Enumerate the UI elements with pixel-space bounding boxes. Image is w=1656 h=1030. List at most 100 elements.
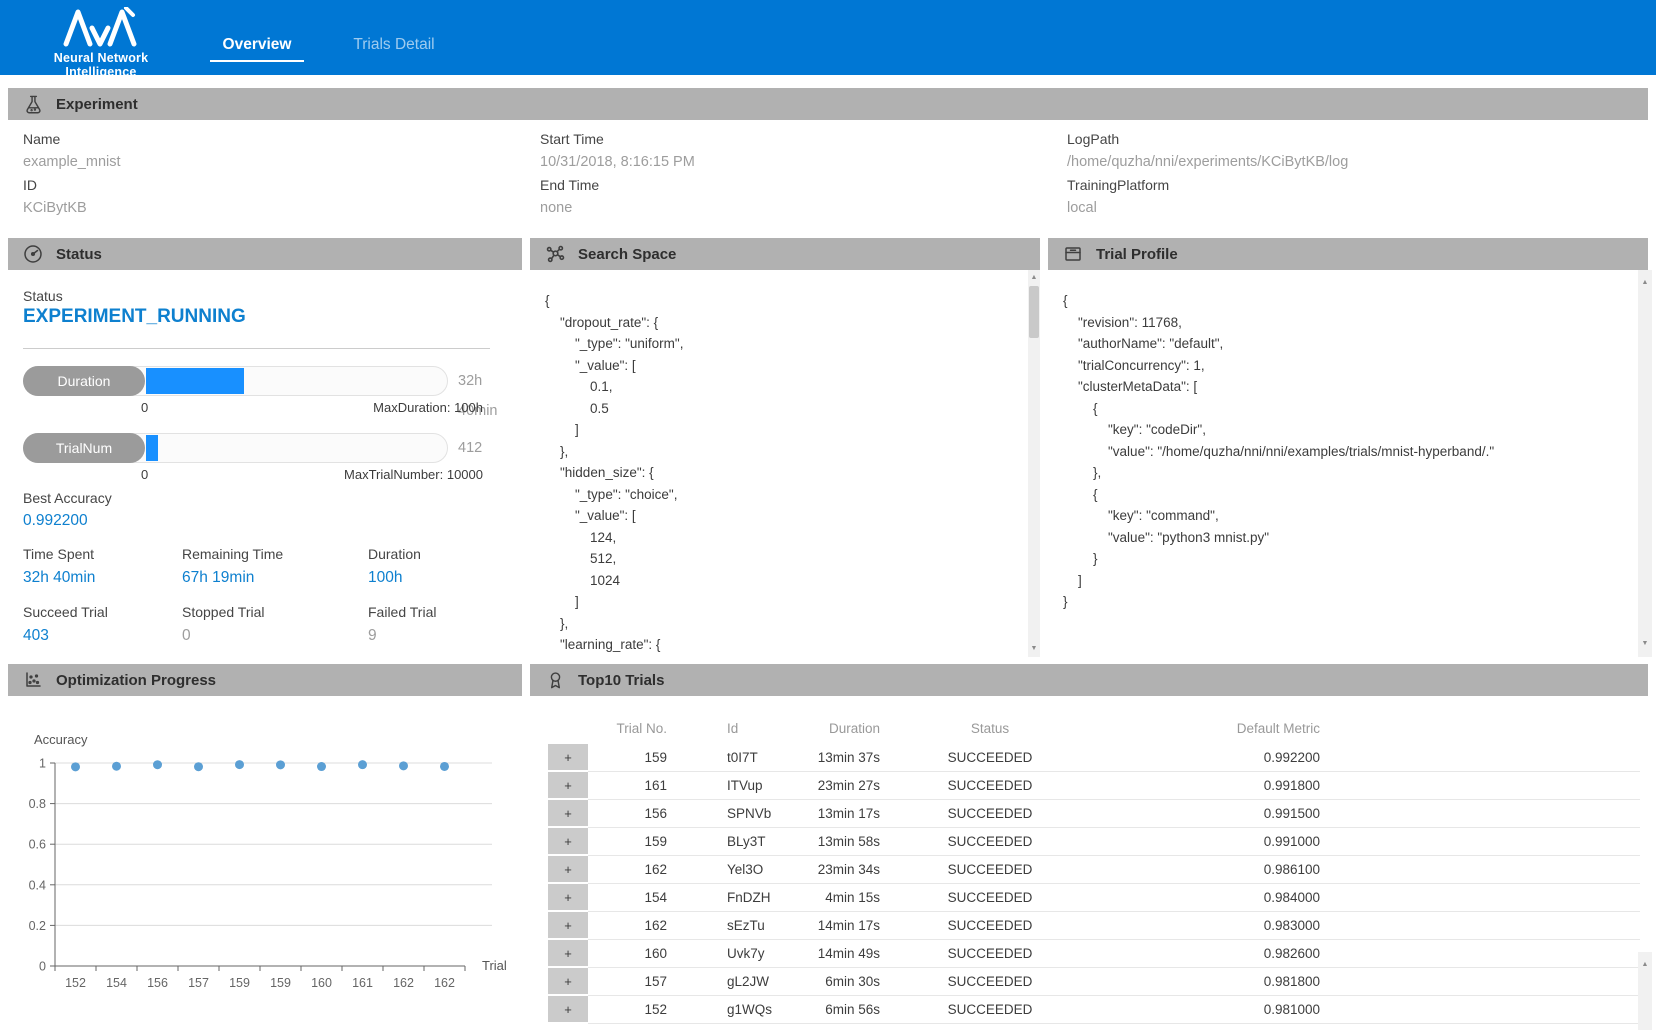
expand-row-button[interactable]: + — [548, 744, 588, 771]
tab-trials-detail[interactable]: Trials Detail — [336, 34, 452, 60]
cell-default-metric: 0.991000 — [1090, 827, 1330, 855]
svg-text:157: 157 — [188, 976, 209, 990]
expand-row-button[interactable]: + — [548, 967, 588, 995]
trial-table-row: + 159 BLy3T 13min 58s SUCCEEDED 0.991000 — [548, 827, 1640, 855]
expand-row-button[interactable]: + — [548, 827, 588, 855]
cell-status: SUCCEEDED — [890, 855, 1090, 883]
stat-value: 403 — [23, 627, 182, 645]
start-time-value: 10/31/2018, 8:16:15 PM — [540, 153, 695, 176]
search-space-section-title: Search Space — [578, 246, 676, 263]
svg-text:0.2: 0.2 — [29, 919, 46, 933]
tab-overview[interactable]: Overview — [210, 34, 304, 62]
progress-bar-fill — [146, 435, 158, 461]
cell-trial-id: t0I7T — [695, 744, 780, 771]
molecule-icon — [544, 243, 566, 265]
trial-profile-json: { "revision": 11768, "authorName": "defa… — [1063, 290, 1494, 613]
status-section-title: Status — [56, 246, 102, 263]
experiment-time-group: Start Time 10/31/2018, 8:16:15 PM End Ti… — [540, 130, 695, 222]
experiment-section-title: Experiment — [56, 96, 138, 113]
cell-duration: 13min 58s — [780, 827, 890, 855]
cell-duration: 13min 37s — [780, 744, 890, 771]
search-space-json: { "dropout_rate": { "_type": "uniform", … — [545, 290, 683, 656]
experiment-path-group: LogPath /home/quzha/nni/experiments/KCiB… — [1067, 130, 1348, 222]
stat-label: Duration — [368, 546, 513, 562]
cell-trial-id: gL2JW — [695, 967, 780, 995]
scroll-up-icon[interactable]: ▲ — [1638, 960, 1652, 970]
cell-trial-id: BLy3T — [695, 827, 780, 855]
flask-icon — [22, 93, 44, 115]
cell-trial-no: 152 — [588, 995, 695, 1023]
cell-default-metric: 0.986100 — [1090, 855, 1330, 883]
cell-default-metric: 0.981000 — [1090, 995, 1330, 1023]
stat-cell: Failed Trial 9 — [368, 604, 513, 656]
cell-default-metric: 0.991800 — [1090, 771, 1330, 799]
optimization-section-header: Optimization Progress — [8, 664, 522, 696]
svg-text:159: 159 — [270, 976, 291, 990]
cell-default-metric: 0.983000 — [1090, 911, 1330, 939]
expand-row-button[interactable]: + — [548, 939, 588, 967]
logpath-label: LogPath — [1067, 130, 1348, 153]
cell-duration: 23min 27s — [780, 771, 890, 799]
col-header-duration: Duration — [780, 712, 890, 744]
progress-bar-fill — [146, 368, 244, 394]
trial-profile-scrollbar[interactable]: ▲ ▼ — [1638, 270, 1652, 657]
trial-table-row: + 162 sEzTu 14min 17s SUCCEEDED 0.983000 — [548, 911, 1640, 939]
end-time-label: End Time — [540, 176, 695, 199]
cell-duration: 4min 15s — [780, 883, 890, 911]
cell-trial-no: 159 — [588, 744, 695, 771]
trial-table-row: + 157 gL2JW 6min 30s SUCCEEDED 0.981800 — [548, 967, 1640, 995]
cell-status: SUCCEEDED — [890, 911, 1090, 939]
cell-trial-id: Yel3O — [695, 855, 780, 883]
expand-row-button[interactable]: + — [548, 883, 588, 911]
scroll-down-icon[interactable]: ▼ — [1638, 639, 1652, 649]
name-value: example_mnist — [23, 153, 121, 176]
scroll-up-icon[interactable]: ▲ — [1028, 273, 1040, 283]
scatter-plot-icon — [22, 669, 44, 691]
stat-cell: Time Spent 32h 40min — [23, 546, 182, 598]
search-space-section-header: Search Space — [530, 238, 1040, 270]
expand-row-button[interactable]: + — [548, 911, 588, 939]
trial-table-row: + 152 g1WQs 6min 56s SUCCEEDED 0.981000 — [548, 995, 1640, 1023]
cell-duration: 6min 56s — [780, 995, 890, 1023]
col-header-default-metric: Default Metric — [1090, 712, 1330, 744]
cell-default-metric: 0.982600 — [1090, 939, 1330, 967]
trial-table-row: + 161 ITVup 23min 27s SUCCEEDED 0.991800 — [548, 771, 1640, 799]
col-header-id: Id — [695, 712, 780, 744]
stat-cell: Stopped Trial 0 — [182, 604, 368, 656]
cell-duration: 14min 49s — [780, 939, 890, 967]
top10-section-header: Top10 Trials — [530, 664, 1648, 696]
trial-profile-section-header: Trial Profile — [1048, 238, 1648, 270]
cell-duration: 6min 30s — [780, 967, 890, 995]
svg-text:0: 0 — [39, 960, 46, 974]
svg-text:1: 1 — [39, 757, 46, 771]
id-value: KCiBytKB — [23, 199, 121, 222]
expand-row-button[interactable]: + — [548, 995, 588, 1023]
expand-row-button[interactable]: + — [548, 799, 588, 827]
svg-text:160: 160 — [311, 976, 332, 990]
table-header-row: Trial No. Id Duration Status Default Met… — [548, 712, 1640, 744]
cell-status: SUCCEEDED — [890, 883, 1090, 911]
experiment-section-header: Experiment — [8, 88, 1648, 120]
stat-cell: Duration 100h — [368, 546, 513, 598]
scroll-up-icon[interactable]: ▲ — [1638, 278, 1652, 288]
col-header-status: Status — [890, 712, 1090, 744]
trial-table-row: + 160 Uvk7y 14min 49s SUCCEEDED 0.982600 — [548, 939, 1640, 967]
accuracy-scatter-chart: 00.20.40.60.8115215415615715915916016116… — [0, 700, 522, 1000]
cell-default-metric: 0.991500 — [1090, 799, 1330, 827]
scroll-down-icon[interactable]: ▼ — [1028, 644, 1040, 654]
cell-status: SUCCEEDED — [890, 771, 1090, 799]
stat-label: Time Spent — [23, 546, 182, 562]
trial-profile-section-title: Trial Profile — [1096, 246, 1178, 263]
expand-row-button[interactable]: + — [548, 855, 588, 883]
medal-icon — [544, 669, 566, 691]
nni-overview-page: Neural Network Intelligence Overview Tri… — [0, 0, 1656, 1030]
search-space-scrollbar[interactable]: ▲ ▼ — [1028, 270, 1040, 657]
cell-trial-id: FnDZH — [695, 883, 780, 911]
cell-trial-no: 154 — [588, 883, 695, 911]
progress-bar-current-value: 412 — [458, 433, 482, 463]
cell-default-metric: 0.981800 — [1090, 967, 1330, 995]
table-scrollbar[interactable]: ▲ — [1638, 952, 1652, 1030]
scrollbar-thumb[interactable] — [1029, 286, 1039, 338]
stat-value: 0 — [182, 627, 368, 645]
expand-row-button[interactable]: + — [548, 771, 588, 799]
